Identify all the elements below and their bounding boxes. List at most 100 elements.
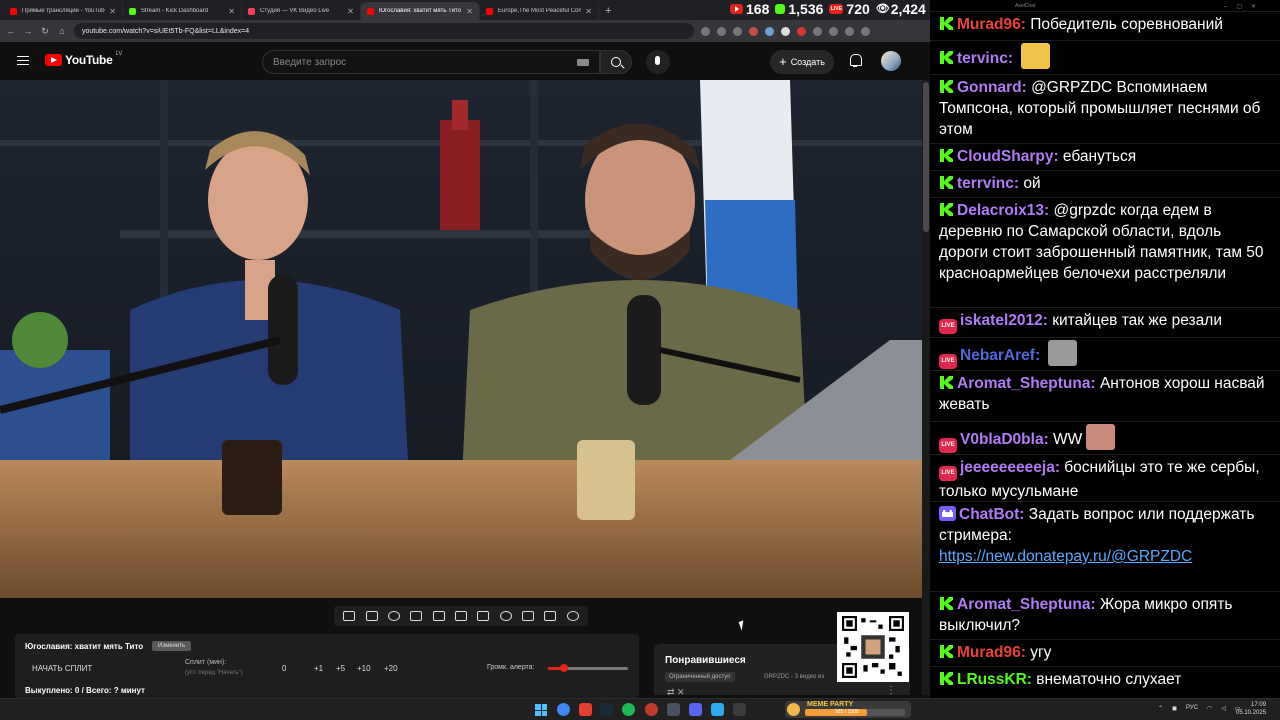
windows-start-icon[interactable]: [535, 704, 547, 716]
steam-icon[interactable]: [600, 703, 613, 716]
keyboard-icon[interactable]: [577, 59, 589, 66]
chat-username[interactable]: V0blaD0bla: [960, 431, 1044, 448]
chat-username[interactable]: Aromat_Sheptuna: [957, 596, 1091, 613]
broadcast-icon[interactable]: [387, 611, 400, 621]
picture-in-picture-icon[interactable]: [454, 611, 467, 621]
avatar[interactable]: [881, 51, 901, 71]
chat-link[interactable]: https://new.donatepay.ru/@GRPZDC: [939, 548, 1192, 565]
browser-tab[interactable]: Stream - Kick Dashboard ✕: [123, 2, 242, 20]
browser-tab[interactable]: Прямые трансляции - YouTube ✕: [4, 2, 123, 20]
download-icon[interactable]: [829, 26, 838, 36]
split-plus-5-button[interactable]: +5: [336, 664, 345, 673]
alert-volume-slider[interactable]: [548, 664, 628, 672]
close-tab-icon[interactable]: ✕: [109, 7, 116, 16]
plus-icon: +: [779, 54, 787, 69]
split-plus-20-button[interactable]: +20: [384, 664, 398, 673]
youtube-logo[interactable]: YouTube LV: [45, 51, 122, 67]
back-arrow-icon[interactable]: ←: [6, 26, 16, 36]
filmstrip-icon[interactable]: [477, 611, 490, 621]
gear-icon[interactable]: [566, 611, 579, 621]
discord-icon[interactable]: [689, 703, 702, 716]
extension-icon[interactable]: [797, 26, 806, 36]
address-bar[interactable]: youtube.com/watch?v=siUEt5Tb-FQ&list=LL&…: [74, 23, 694, 39]
telegram-icon[interactable]: [711, 703, 724, 716]
cast-icon[interactable]: [701, 26, 710, 36]
menu-dots-icon[interactable]: [861, 26, 870, 36]
alert-volume-knob[interactable]: [560, 664, 568, 672]
search-button[interactable]: [600, 50, 632, 74]
language-indicator[interactable]: РУС: [1186, 705, 1198, 712]
app-icon[interactable]: [733, 703, 746, 716]
add-to-queue-icon[interactable]: [522, 611, 535, 621]
extension-icon[interactable]: [765, 26, 774, 36]
split-plus-10-button[interactable]: +10: [357, 664, 371, 673]
close-tab-icon[interactable]: ✕: [466, 7, 473, 16]
new-tab-button[interactable]: +: [605, 5, 611, 17]
volume-icon[interactable]: ◁: [1221, 705, 1226, 712]
forward-arrow-icon[interactable]: →: [23, 26, 33, 36]
obs-icon[interactable]: [645, 703, 658, 716]
edit-button[interactable]: Изменить: [152, 641, 192, 651]
browser-tab[interactable]: Студия — VK Видео Live ✕: [242, 2, 361, 20]
app-icon[interactable]: [667, 703, 680, 716]
page-scrollbar[interactable]: [922, 80, 930, 695]
chat-username[interactable]: terrvinc: [957, 175, 1014, 192]
search-input[interactable]: Введите запрос: [262, 50, 600, 74]
microphone-icon[interactable]: [646, 50, 670, 74]
start-split-button[interactable]: НАЧАТЬ СПЛИТ: [32, 664, 92, 673]
home-icon[interactable]: ⌂: [57, 26, 67, 36]
browser-tab[interactable]: Югославия: хватит мять Тито ✕: [361, 2, 480, 20]
chat-username[interactable]: iskatel2012: [960, 312, 1043, 329]
spotify-icon[interactable]: [622, 703, 635, 716]
meme-party-widget[interactable]: MEME PARTY 925 / 1500: [785, 701, 911, 718]
chat-username[interactable]: jeeeeeeeeeja: [960, 459, 1055, 476]
profile-icon[interactable]: [845, 26, 854, 36]
browser-tab[interactable]: Europe,The Most Peaceful Cont ✕: [480, 2, 599, 20]
tray-arrow-icon[interactable]: ⌃: [1158, 705, 1163, 712]
chat-username[interactable]: Aromat_Sheptuna: [957, 375, 1091, 392]
scrollbar-thumb[interactable]: [923, 82, 929, 232]
playlist-subtitle: GRPZDC - 3 видео из: [764, 674, 825, 680]
playlist-controls[interactable]: ⇄ ✕: [667, 687, 685, 695]
create-button[interactable]: + Создать: [770, 50, 834, 74]
sort-icon[interactable]: [365, 611, 378, 621]
playlist-title[interactable]: Понравившиеся: [665, 655, 746, 666]
notifications-bell-icon[interactable]: [849, 54, 862, 67]
screenshot-camera-icon[interactable]: [544, 611, 557, 621]
chat-username[interactable]: Gonnard: [957, 79, 1022, 96]
chat-username[interactable]: LRussKR: [957, 671, 1027, 688]
system-clock[interactable]: 17:09 05.10.2025: [1236, 701, 1266, 717]
reload-icon[interactable]: ↻: [40, 26, 50, 37]
chat-username[interactable]: CloudSharpy: [957, 148, 1053, 165]
extension-icon[interactable]: [781, 26, 790, 36]
chat-username[interactable]: Murad96: [957, 16, 1021, 33]
loop-icon[interactable]: [343, 611, 356, 621]
chat-username[interactable]: ChatBot: [959, 506, 1019, 523]
network-icon[interactable]: ◠: [1207, 705, 1212, 712]
chat-username[interactable]: NebarAref: [960, 347, 1035, 364]
chat-message: Aromat_Sheptuna: Жора микро опять выключ…: [939, 594, 1273, 636]
tab-title: Прямые трансляции - YouTube: [22, 8, 106, 14]
yandex-icon[interactable]: [579, 703, 592, 716]
chrome-icon[interactable]: [557, 703, 570, 716]
more-menu-icon[interactable]: ⋮: [886, 685, 896, 695]
speed-gauge-icon[interactable]: [499, 611, 512, 621]
close-tab-icon[interactable]: ✕: [347, 7, 354, 16]
close-tab-icon[interactable]: ✕: [228, 7, 235, 16]
kick-badge-icon: [939, 175, 954, 190]
video-player[interactable]: [0, 80, 922, 598]
zoom-icon[interactable]: [717, 26, 726, 36]
film-icon[interactable]: [432, 611, 445, 621]
bookmark-star-icon[interactable]: [733, 26, 742, 36]
split-plus-1-button[interactable]: +1: [314, 664, 323, 673]
extension-icon[interactable]: [749, 26, 758, 36]
hamburger-menu-icon[interactable]: [17, 56, 29, 65]
tray-app-icon[interactable]: ◼: [1172, 705, 1177, 712]
chat-username[interactable]: tervinc: [957, 50, 1008, 67]
close-tab-icon[interactable]: ✕: [585, 7, 592, 16]
window-controls[interactable]: –▢✕: [1224, 3, 1265, 10]
video-settings-icon[interactable]: [410, 611, 423, 621]
chat-username[interactable]: Murad96: [957, 644, 1021, 661]
puzzle-icon[interactable]: [813, 26, 822, 36]
chat-username[interactable]: Delacroix13: [957, 202, 1044, 219]
